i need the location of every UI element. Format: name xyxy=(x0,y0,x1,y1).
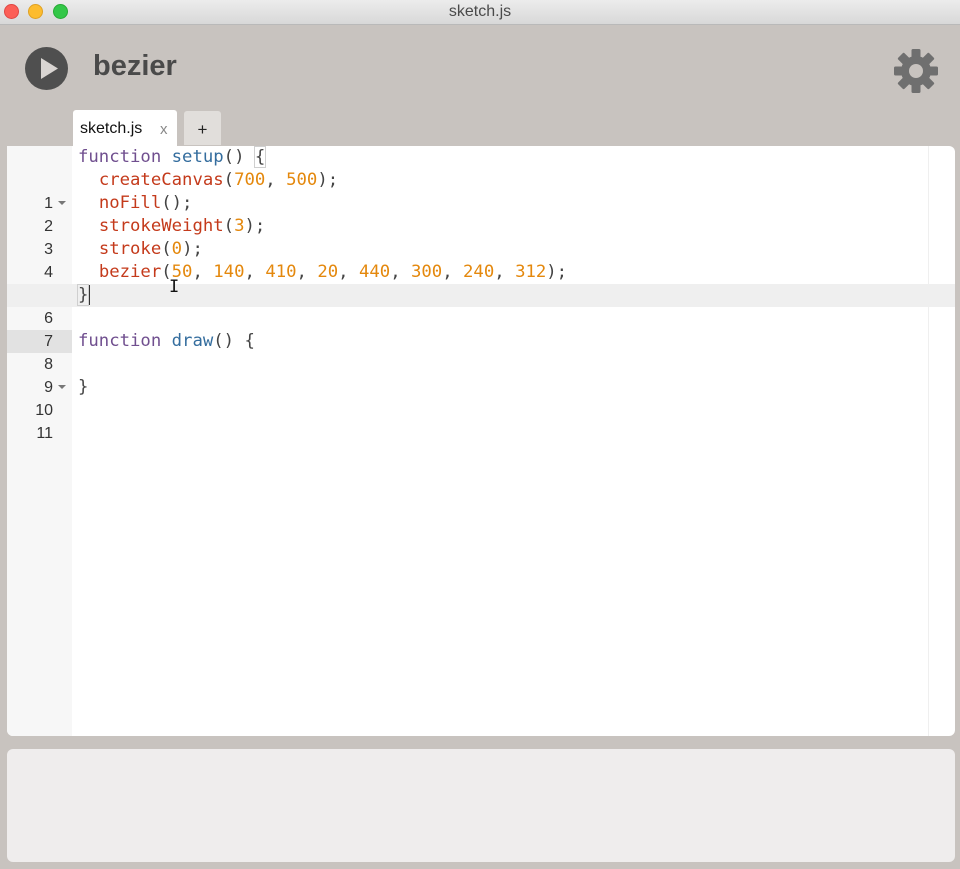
sketch-name[interactable]: bezier xyxy=(93,50,177,83)
add-tab-label: + xyxy=(197,120,208,139)
code-line[interactable]: 11 } xyxy=(7,376,955,442)
code-line[interactable]: 1 function setup() { xyxy=(7,146,955,212)
gear-icon xyxy=(894,49,938,93)
code-editor[interactable]: 1 function setup() { 2 createCanvas(700,… xyxy=(7,146,955,736)
tab-label: sketch.js xyxy=(80,120,143,137)
tab-close-button[interactable]: x xyxy=(160,121,168,138)
code-line-active[interactable]: 7 } xyxy=(7,284,955,353)
run-sketch-button[interactable] xyxy=(25,47,68,90)
code-text: noFill(); xyxy=(98,193,193,213)
code-text: function draw() { xyxy=(78,331,255,351)
line-number-text: 11 xyxy=(36,425,53,442)
code-text: createCanvas(700, 500); xyxy=(98,170,339,190)
code-line[interactable]: 2 createCanvas(700, 500); xyxy=(7,169,955,235)
code-text: strokeWeight(3); xyxy=(98,216,266,236)
code-line[interactable]: 9 function draw() { xyxy=(7,330,955,396)
window-title: sketch.js xyxy=(448,3,512,20)
line-number: 11 xyxy=(7,422,72,445)
text-cursor-icon: I xyxy=(169,277,180,297)
title-bar: sketch.js xyxy=(0,0,960,25)
code-line[interactable]: 8 xyxy=(7,307,955,373)
tab-sketch-js[interactable]: sketch.js x xyxy=(73,110,177,146)
code-line[interactable]: 10 xyxy=(7,353,955,419)
code-text: } xyxy=(76,284,91,306)
code-line[interactable]: 5 stroke(0); xyxy=(7,238,955,304)
code-text: function setup() { xyxy=(78,146,267,168)
add-tab-button[interactable]: + xyxy=(184,111,221,145)
code-line[interactable]: 6 bezier(50, 140, 410, 20, 440, 300, 240… xyxy=(7,261,955,327)
code-text: stroke(0); xyxy=(98,239,203,259)
text-caret xyxy=(89,285,91,305)
code-text: } xyxy=(78,377,89,397)
code-line[interactable]: 3 noFill(); xyxy=(7,192,955,258)
console-panel[interactable] xyxy=(7,749,955,862)
settings-button[interactable] xyxy=(893,48,939,94)
play-icon xyxy=(41,58,58,79)
code-line[interactable]: 4 strokeWeight(3); xyxy=(7,215,955,281)
code-text: bezier(50, 140, 410, 20, 440, 300, 240, … xyxy=(98,262,568,282)
